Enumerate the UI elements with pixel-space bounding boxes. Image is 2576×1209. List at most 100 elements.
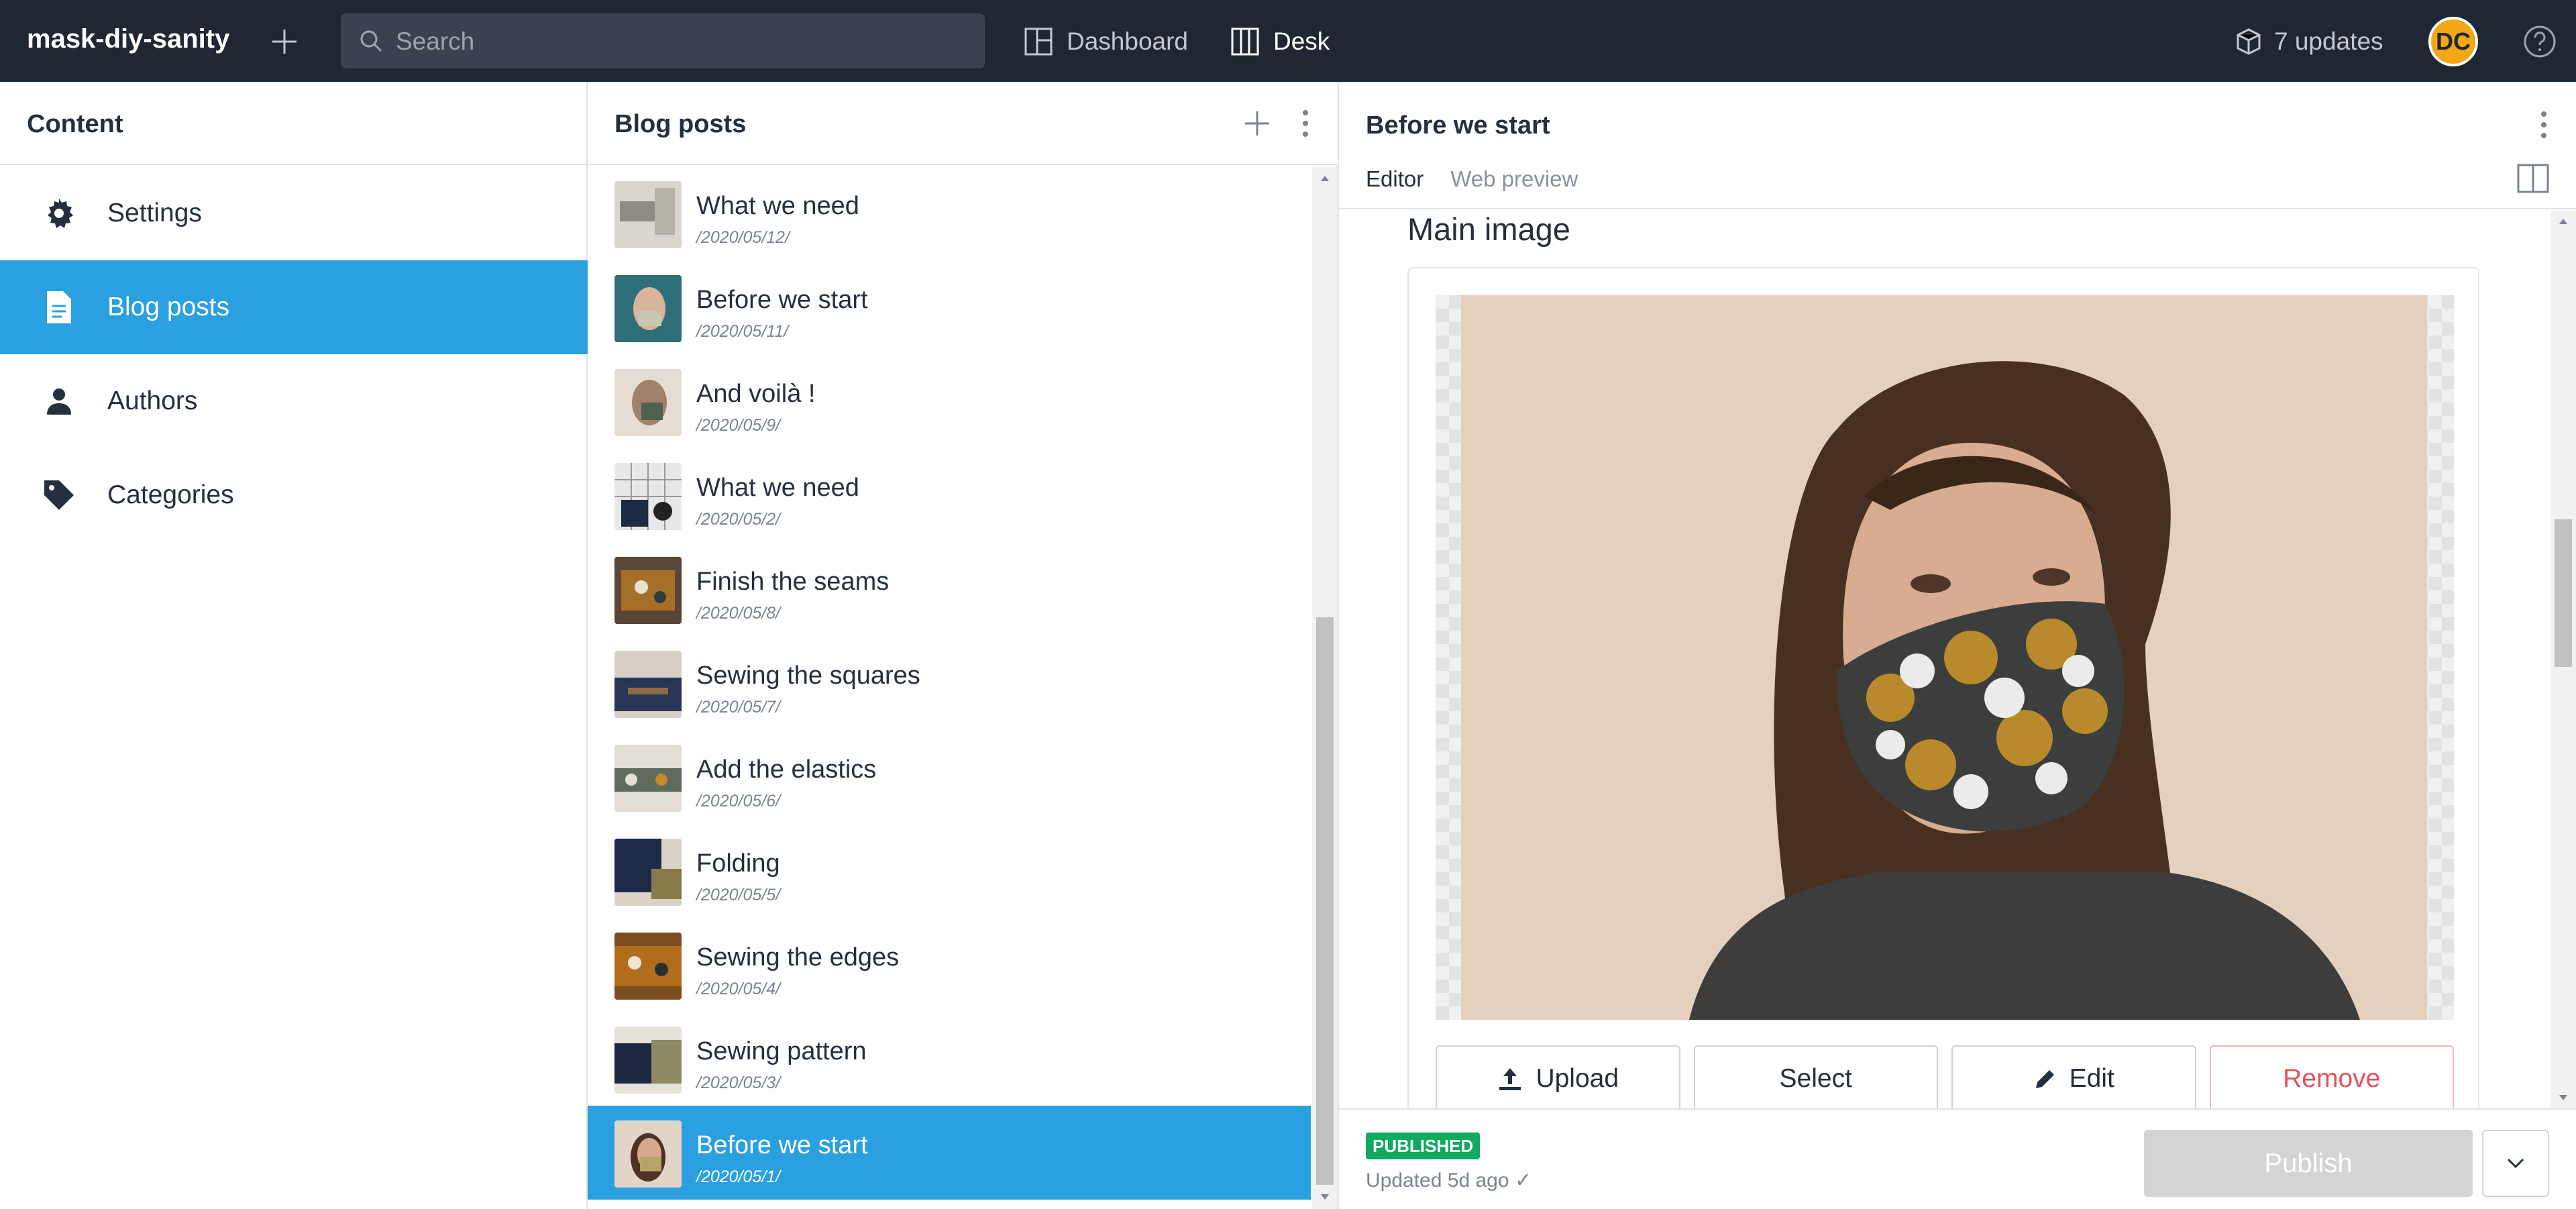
split-pane-icon <box>2517 164 2549 193</box>
post-thumbnail <box>614 369 682 436</box>
list-item[interactable]: Finish the seams /2020/05/8/ <box>588 542 1311 636</box>
menu-item-authors[interactable]: Authors <box>0 354 588 448</box>
document-header: Before we start Editor Web preview <box>1339 82 2576 209</box>
list-item[interactable]: What we need /2020/05/12/ <box>588 166 1311 260</box>
status-badge: PUBLISHED <box>1366 1133 1481 1159</box>
plus-icon <box>272 30 297 54</box>
upload-icon <box>1499 1068 1521 1090</box>
upload-button[interactable]: Upload <box>1436 1045 1680 1108</box>
list-item[interactable]: Sewing the squares /2020/05/7/ <box>588 636 1311 730</box>
remove-button-label: Remove <box>2283 1064 2381 1093</box>
search-placeholder: Search <box>396 28 475 55</box>
tool-dashboard-label: Dashboard <box>1067 28 1189 55</box>
project-name[interactable]: mask-diy-sanity <box>27 24 229 54</box>
post-thumbnail <box>614 933 682 1000</box>
publish-menu-button[interactable] <box>2482 1130 2549 1197</box>
post-title: Sewing pattern <box>696 1037 867 1065</box>
search-icon <box>360 30 382 52</box>
search-input[interactable]: Search <box>341 13 985 68</box>
blog-posts-header: Blog posts <box>588 82 1338 165</box>
more-menu-icon[interactable] <box>1300 107 1311 140</box>
edit-button[interactable]: Edit <box>1951 1045 2196 1108</box>
menu-item-blog-posts[interactable]: Blog posts <box>0 260 588 354</box>
menu-item-label: Categories <box>107 480 234 509</box>
tool-desk[interactable]: Desk <box>1230 25 1330 58</box>
post-thumbnail <box>614 275 682 342</box>
list-item[interactable]: What we need /2020/05/2/ <box>588 448 1311 542</box>
upload-button-label: Upload <box>1536 1064 1619 1093</box>
post-title: Before we start <box>696 1131 868 1159</box>
updates-label: 7 updates <box>2274 28 2383 55</box>
menu-item-categories[interactable]: Categories <box>0 448 588 542</box>
post-slug: /2020/05/11/ <box>696 322 789 341</box>
post-slug: /2020/05/8/ <box>696 604 781 623</box>
post-slug: /2020/05/1/ <box>696 1167 781 1186</box>
scrollbar-thumb[interactable] <box>2555 519 2572 667</box>
post-title: Before we start <box>696 286 868 314</box>
post-thumbnail <box>614 745 682 812</box>
post-title: What we need <box>696 474 859 502</box>
split-pane-button[interactable] <box>2517 164 2549 197</box>
list-item[interactable]: Folding /2020/05/5/ <box>588 824 1311 918</box>
tool-dashboard[interactable]: Dashboard <box>1024 25 1188 58</box>
post-title: Sewing the edges <box>696 943 900 971</box>
document-menu-button[interactable] <box>2538 109 2549 144</box>
scroll-up-arrow-icon[interactable] <box>1312 166 1338 191</box>
list-item[interactable]: Add the elastics /2020/05/6/ <box>588 730 1311 824</box>
chevron-down-icon <box>2507 1158 2524 1169</box>
post-slug: /2020/05/6/ <box>696 792 781 810</box>
help-icon <box>2524 25 2556 58</box>
main-image-field: Upload Select Edit Remove <box>1407 267 2479 1108</box>
package-icon <box>2237 28 2261 55</box>
image-actions: Upload Select Edit Remove <box>1436 1045 2454 1108</box>
document-title: Before we start <box>1366 111 1550 140</box>
document-tabs: Editor Web preview <box>1366 166 1578 192</box>
pencil-icon <box>2035 1070 2054 1088</box>
plus-icon[interactable] <box>1241 107 1273 140</box>
desk-icon <box>1231 28 1259 56</box>
post-thumbnail <box>614 1027 682 1094</box>
help-button[interactable] <box>2522 24 2557 59</box>
scroll-down-arrow-icon[interactable] <box>2558 1094 2569 1102</box>
publish-button[interactable]: Publish <box>2144 1130 2473 1197</box>
create-new-button[interactable] <box>268 25 301 58</box>
menu-item-label: Authors <box>107 386 198 415</box>
post-title: And voilà ! <box>696 380 816 408</box>
avatar[interactable]: DC <box>2428 17 2478 66</box>
list-item[interactable]: Sewing pattern /2020/05/3/ <box>588 1012 1311 1106</box>
post-thumbnail <box>614 1120 682 1188</box>
post-slug: /2020/05/7/ <box>696 698 781 717</box>
select-button[interactable]: Select <box>1693 1045 1938 1108</box>
post-slug: /2020/05/5/ <box>696 886 781 904</box>
list-item[interactable]: And voilà ! /2020/05/9/ <box>588 354 1311 448</box>
post-thumbnail <box>614 557 682 624</box>
scroll-down-arrow-icon[interactable] <box>1312 1185 1338 1209</box>
post-title: Add the elastics <box>696 755 877 784</box>
post-title: Sewing the squares <box>696 662 920 690</box>
dashboard-icon <box>1024 28 1053 56</box>
posts-scrollbar[interactable] <box>1312 166 1338 1209</box>
list-item[interactable]: Before we start /2020/05/11/ <box>588 260 1311 354</box>
list-item[interactable]: Before we start /2020/05/1/ <box>588 1106 1311 1200</box>
image-preview-frame <box>1436 295 2454 1020</box>
scrollbar-thumb[interactable] <box>1316 617 1334 1185</box>
post-slug: /2020/05/4/ <box>696 980 781 998</box>
main-image-preview <box>1461 295 2427 1020</box>
content-pane: Content Settings Blog posts Authors Cate… <box>0 82 588 1209</box>
pane-title: Content <box>27 110 123 138</box>
scroll-up-arrow-icon[interactable] <box>2558 217 2569 225</box>
person-icon <box>40 382 78 420</box>
menu-item-settings[interactable]: Settings <box>0 166 588 260</box>
post-slug: /2020/05/2/ <box>696 510 781 529</box>
list-item[interactable]: Sewing the edges /2020/05/4/ <box>588 918 1311 1012</box>
post-thumbnail <box>614 181 682 248</box>
tab-editor[interactable]: Editor <box>1366 166 1424 192</box>
blog-posts-pane: Blog posts What we need /2020/05/12/ Bef… <box>588 82 1339 1209</box>
updates-button[interactable]: 7 updates <box>2234 25 2383 58</box>
document-scrollbar[interactable] <box>2551 211 2576 1108</box>
post-slug: /2020/05/3/ <box>696 1073 781 1092</box>
remove-button[interactable]: Remove <box>2209 1045 2454 1108</box>
post-title: Finish the seams <box>696 568 890 596</box>
document-icon <box>40 288 78 326</box>
tab-web-preview[interactable]: Web preview <box>1450 166 1578 192</box>
